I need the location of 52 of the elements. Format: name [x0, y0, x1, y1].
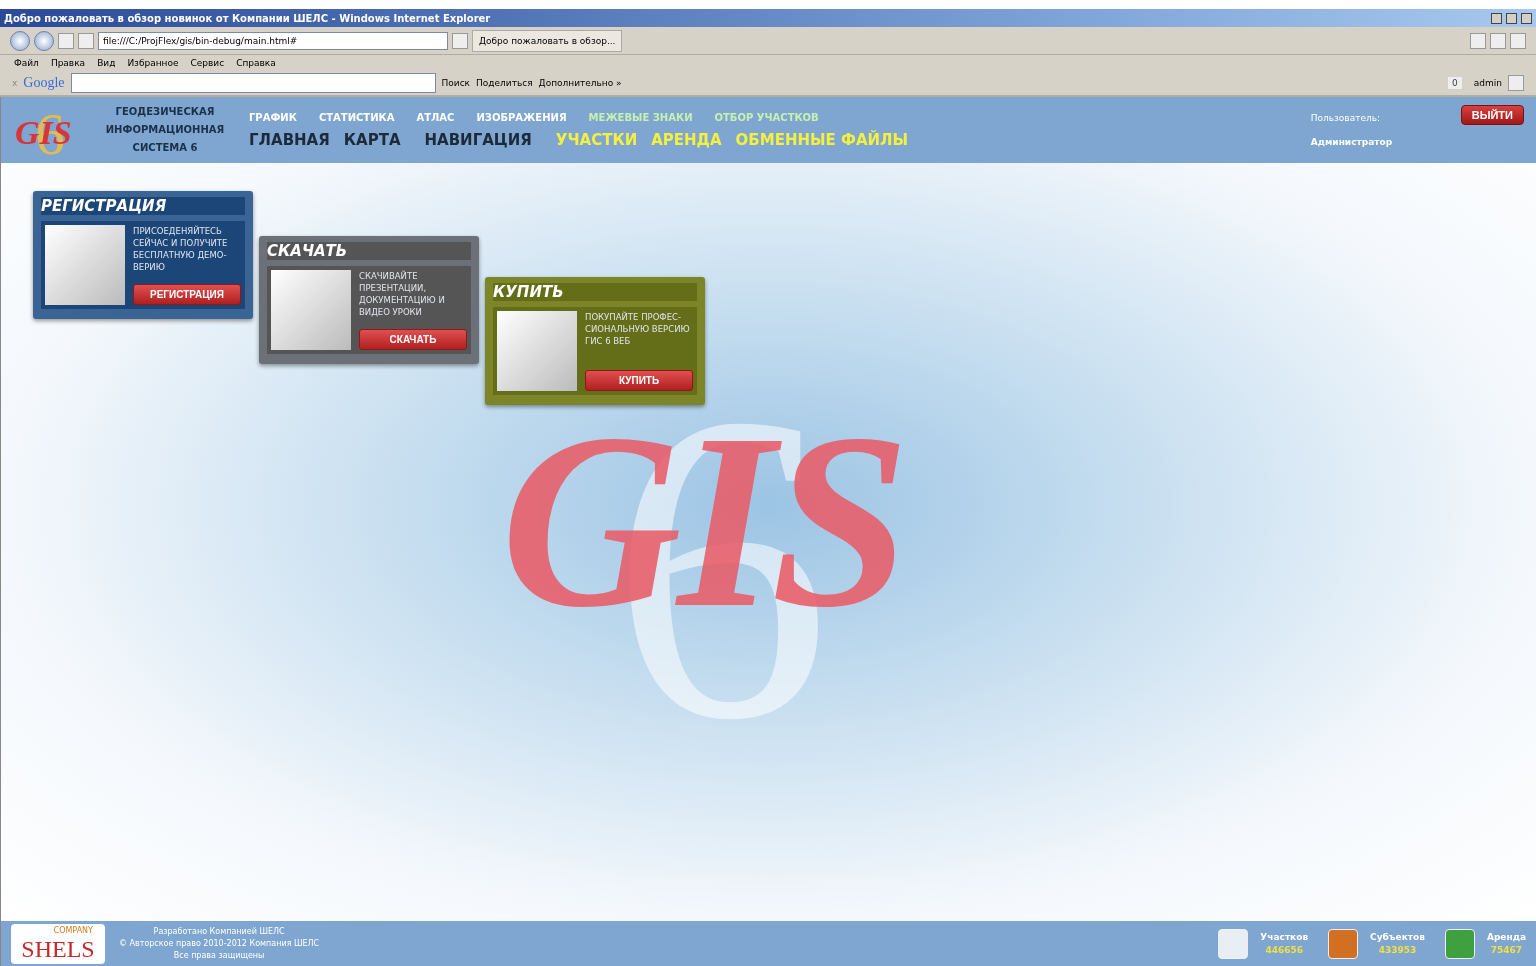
- system-name: ИНФОРМАЦИОННАЯ: [105, 123, 225, 137]
- nav-link[interactable]: ГЛАВНАЯ: [249, 130, 330, 149]
- restore-button[interactable]: [1506, 12, 1517, 24]
- footer-text: Разработано Компанией ШЕЛС: [153, 925, 285, 938]
- menu-item[interactable]: Правка: [50, 58, 86, 68]
- card-text: СКАЧИВАЙТЕ ПРЕЗЕНТАЦИИ, ДОКУМЕНТАЦИЮ И ВИДЕО УРОКИ: [359, 270, 446, 318]
- logout-button[interactable]: ВЫЙТИ: [1460, 105, 1524, 125]
- card-title: РЕГИСТРАЦИЯ: [41, 197, 245, 215]
- browser-tab[interactable]: Добро пожаловать в обзор...: [472, 29, 623, 52]
- card-title: СКАЧАТЬ: [267, 242, 471, 260]
- address-field[interactable]: file:///C:/ProjFlex/gis/bin-debug/main.html#: [98, 31, 448, 50]
- google-logo: Google: [23, 75, 65, 91]
- refresh-button[interactable]: [58, 32, 74, 49]
- menu-item[interactable]: Вид: [97, 58, 116, 68]
- stop-button[interactable]: [78, 32, 94, 49]
- search-button[interactable]: Поиск: [441, 78, 471, 88]
- stat-label: Участков: [1260, 932, 1309, 942]
- footer-text: Все права защищены: [173, 949, 265, 962]
- forward-button[interactable]: [34, 30, 54, 51]
- window-title: Добро пожаловать в обзор новинок от Компании ШЕЛС - Windows Internet Explorer: [4, 12, 492, 24]
- stat-value: 433953: [1378, 945, 1417, 955]
- menu-item[interactable]: Файл: [14, 58, 39, 68]
- system-name: СИСТЕМА 6: [132, 141, 198, 155]
- nav-link[interactable]: НАВИГАЦИЯ: [424, 130, 532, 149]
- counter[interactable]: 0: [1448, 77, 1462, 89]
- card-button[interactable]: КУПИТЬ: [585, 370, 693, 391]
- account-button[interactable]: admin: [1473, 78, 1502, 88]
- user-name: Администратор: [1310, 137, 1394, 147]
- menu-item[interactable]: Сервис: [190, 58, 225, 68]
- system-name: ГЕОДЕЗИЧЕСКАЯ: [115, 105, 215, 119]
- company-logo: COMPANY SHELS: [11, 923, 105, 964]
- card-text: ПРИСОЕДЕНЯЙТЕСЬ СЕЙЧАС И ПОЛУЧИТЕ БЕСПЛАТНУЮ ДЕМО-ВЕРИЮ: [133, 225, 229, 273]
- go-button[interactable]: [452, 32, 468, 49]
- menu-item[interactable]: Справка: [236, 58, 276, 68]
- user-label: Пользователь:: [1310, 113, 1382, 123]
- card-button[interactable]: СКАЧАТЬ: [359, 329, 467, 350]
- stat-value: 446656: [1265, 945, 1303, 955]
- card-button[interactable]: РЕГИСТРАЦИЯ: [133, 284, 241, 305]
- stat-label: Аренда: [1486, 932, 1526, 942]
- menu-item[interactable]: Избранное: [127, 58, 179, 68]
- card-text: ПОКУПАЙТЕ ПРОФЕС-СИОНАЛЬНУЮ ВЕРСИЮ ГИС 6 ВЕБ: [585, 311, 691, 347]
- more-button[interactable]: Дополнительно »: [538, 78, 622, 88]
- share-button[interactable]: Поделиться: [476, 78, 533, 88]
- minimize-button[interactable]: [1491, 12, 1502, 24]
- close-button[interactable]: [1521, 12, 1532, 24]
- stat-label: Субъектов: [1370, 932, 1425, 942]
- back-button[interactable]: [10, 30, 30, 51]
- footer-text: © Авторское право 2010-2012 Компания ШЕЛС: [119, 937, 320, 950]
- stat-value: 75467: [1490, 945, 1523, 955]
- card-title: КУПИТЬ: [493, 283, 697, 301]
- nav-link[interactable]: КАРТА: [343, 130, 401, 149]
- search-field[interactable]: [70, 73, 436, 93]
